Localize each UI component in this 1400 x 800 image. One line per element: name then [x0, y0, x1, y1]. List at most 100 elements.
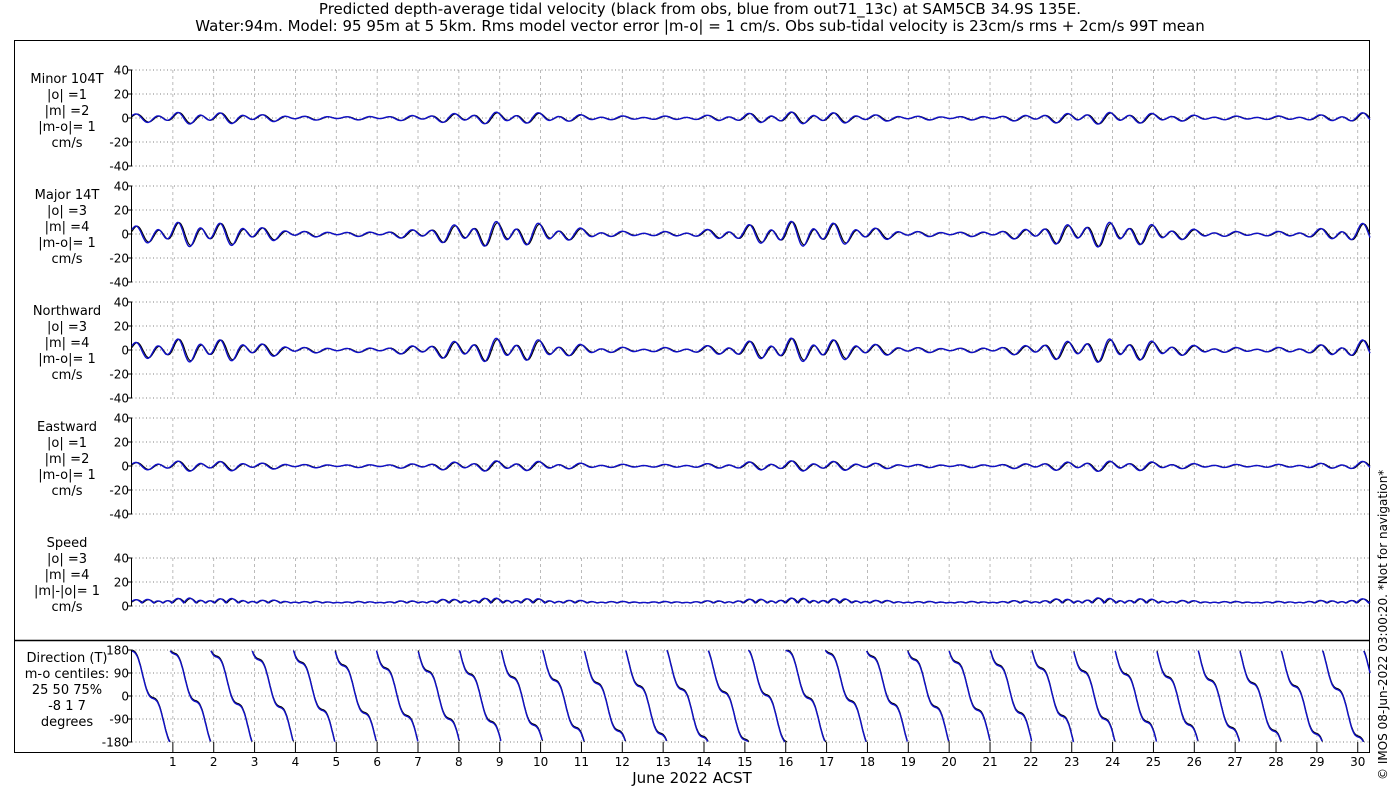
panel-label-line: Speed [47, 536, 88, 551]
panel-label-line: |m| =4 [45, 220, 90, 235]
x-tick-label: 22 [1023, 755, 1038, 769]
panel-label-line: |m-o|= 1 [38, 352, 96, 367]
x-tick-label: 21 [982, 755, 997, 769]
panel-label-line: Direction (T) [27, 651, 108, 666]
panel-5-label: Speed |o| =3 |m| =4 |m|-|o|= 1 cm/s [34, 536, 100, 615]
imos-watermark: © IMOS 08-Jun-2022 03:00:20. *Not for na… [1376, 469, 1390, 780]
y-tick-label: 90 [114, 667, 129, 681]
x-tick-label: 23 [1064, 755, 1079, 769]
panel-label-line: cm/s [52, 368, 83, 383]
x-tick-label: 7 [414, 755, 422, 769]
x-tick-label: 28 [1268, 755, 1283, 769]
panel-label-line: |m|-|o|= 1 [34, 584, 100, 599]
panel-4-label: Eastward |o| =1 |m| =2 |m-o|= 1 cm/s [37, 420, 97, 499]
y-tick-label: 0 [121, 112, 129, 126]
y-tick-label: 20 [114, 204, 129, 218]
y-tick-label: -40 [109, 160, 129, 174]
panel-label-line: |m| =4 [45, 568, 90, 583]
y-tick-label: 20 [114, 320, 129, 334]
panel-label-line: Northward [33, 304, 101, 319]
panel-label-line: |o| =3 [47, 204, 87, 219]
x-tick-label: 16 [778, 755, 793, 769]
y-tick-label: -40 [109, 392, 129, 406]
y-tick-label: 20 [114, 88, 129, 102]
x-tick-label: 24 [1105, 755, 1120, 769]
panel-label-line: |m| =4 [45, 336, 90, 351]
y-tick-label: -20 [109, 368, 129, 382]
panel-4: Eastward |o| =1 |m| =2 |m-o|= 1 cm/s 40 20 0 -20… [37, 412, 1371, 522]
chart-panels: Minor 104T |o| =1 |m| =2 |m-o|= 1 cm/s40200-… [25, 64, 1371, 750]
panel-label-line: degrees [41, 715, 94, 730]
x-tick-label: 12 [615, 755, 630, 769]
y-tick-label: 40 [114, 180, 129, 194]
x-tick-label: 8 [455, 755, 463, 769]
x-tick-label: 30 [1350, 755, 1365, 769]
y-tick-label: -40 [109, 276, 129, 290]
x-tick-label: 17 [819, 755, 834, 769]
panel-label-line: m-o centiles: [25, 667, 110, 682]
x-tick-label: 5 [332, 755, 340, 769]
x-tick-label: 13 [656, 755, 671, 769]
x-tick-label: 6 [373, 755, 381, 769]
y-tick-label: 0 [121, 344, 129, 358]
y-tick-label: 40 [114, 412, 129, 426]
y-tick-label: -90 [109, 713, 129, 727]
x-tick-label: 18 [860, 755, 875, 769]
y-tick-label: 40 [114, 552, 129, 566]
y-tick-label: 0 [121, 690, 129, 704]
tidal-velocity-chart: Minor 104T |o| =1 |m| =2 |m-o|= 1 cm/s40200-… [14, 40, 1371, 787]
panel-label-line: |o| =1 [47, 88, 87, 103]
x-tick-label: 20 [942, 755, 957, 769]
x-tick-label: 4 [292, 755, 300, 769]
x-tick-label: 10 [533, 755, 548, 769]
outer-frame [14, 40, 1370, 753]
x-tick-label: 27 [1228, 755, 1243, 769]
x-tick-label: 15 [737, 755, 752, 769]
panel-label-line: |m| =2 [45, 104, 90, 119]
panel-5: Speed |o| =3 |m| =4 |m|-|o|= 1 cm/s 40 20 0 [34, 536, 1371, 615]
y-tick-label: 40 [114, 64, 129, 78]
y-tick-label: 0 [121, 228, 129, 242]
panel-label-line: |o| =3 [47, 552, 87, 567]
x-tick-label: 2 [210, 755, 218, 769]
y-tick-label: -20 [109, 484, 129, 498]
x-tick-label: 29 [1309, 755, 1324, 769]
model-series-line [131, 597, 1371, 605]
panel-3: Northward |o| =3 |m| =4 |m-o|= 1 cm/s 40 20 0 -2… [33, 296, 1371, 406]
panel-label-line: Eastward [37, 420, 97, 435]
panel-3-label: Northward |o| =3 |m| =4 |m-o|= 1 cm/s [33, 304, 101, 383]
panel-label-line: cm/s [52, 252, 83, 267]
x-tick-label: 14 [696, 755, 711, 769]
panel-label-line: cm/s [52, 136, 83, 151]
x-tick-label: 25 [1146, 755, 1161, 769]
panel-label-line: |o| =1 [47, 436, 87, 451]
y-tick-label: -20 [109, 136, 129, 150]
x-tick-label: 1 [169, 755, 177, 769]
panel-label-line: |o| =3 [47, 320, 87, 335]
x-axis-label: June 2022 ACST [631, 769, 752, 787]
x-tick-label: 9 [496, 755, 504, 769]
panel-label-line: |m-o|= 1 [38, 236, 96, 251]
x-tick-label: 3 [251, 755, 259, 769]
y-tick-label: 20 [114, 436, 129, 450]
x-tick-label: 11 [574, 755, 589, 769]
panel-label-line: -8 1 7 [48, 699, 86, 714]
panel-2: Major 14T |o| =3 |m| =4 |m-o|= 1 cm/s 40 20 0 -2… [35, 180, 1371, 290]
panel-label-line: |m-o|= 1 [38, 468, 96, 483]
panel-label-line: cm/s [52, 600, 83, 615]
y-tick-label: 0 [121, 600, 129, 614]
figure-frame [14, 40, 1370, 753]
panel-label-line: 25 50 75% [32, 683, 102, 698]
y-tick-label: 20 [114, 576, 129, 590]
y-tick-label: 40 [114, 296, 129, 310]
y-tick-label: 180 [106, 644, 129, 658]
y-tick-label: -20 [109, 252, 129, 266]
panel-6-label: Direction (T) m-o centiles: 25 50 75% -8 1 … [25, 651, 110, 730]
panel-1-label: Minor 104T |o| =1 |m| =2 |m-o|= 1 cm/s [30, 72, 103, 151]
x-tick-label: 26 [1187, 755, 1202, 769]
panel-label-line: Minor 104T [30, 72, 103, 87]
panel-label-line: |m-o|= 1 [38, 120, 96, 135]
panel-label-line: Major 14T [35, 188, 100, 203]
panel-label-line: |m| =2 [45, 452, 90, 467]
x-axis: 1 2 3 4 5 6 7 8 9 10 11 12 13 14 15 16 17 18 19 20 21 22 23 24 2… [169, 742, 1365, 787]
